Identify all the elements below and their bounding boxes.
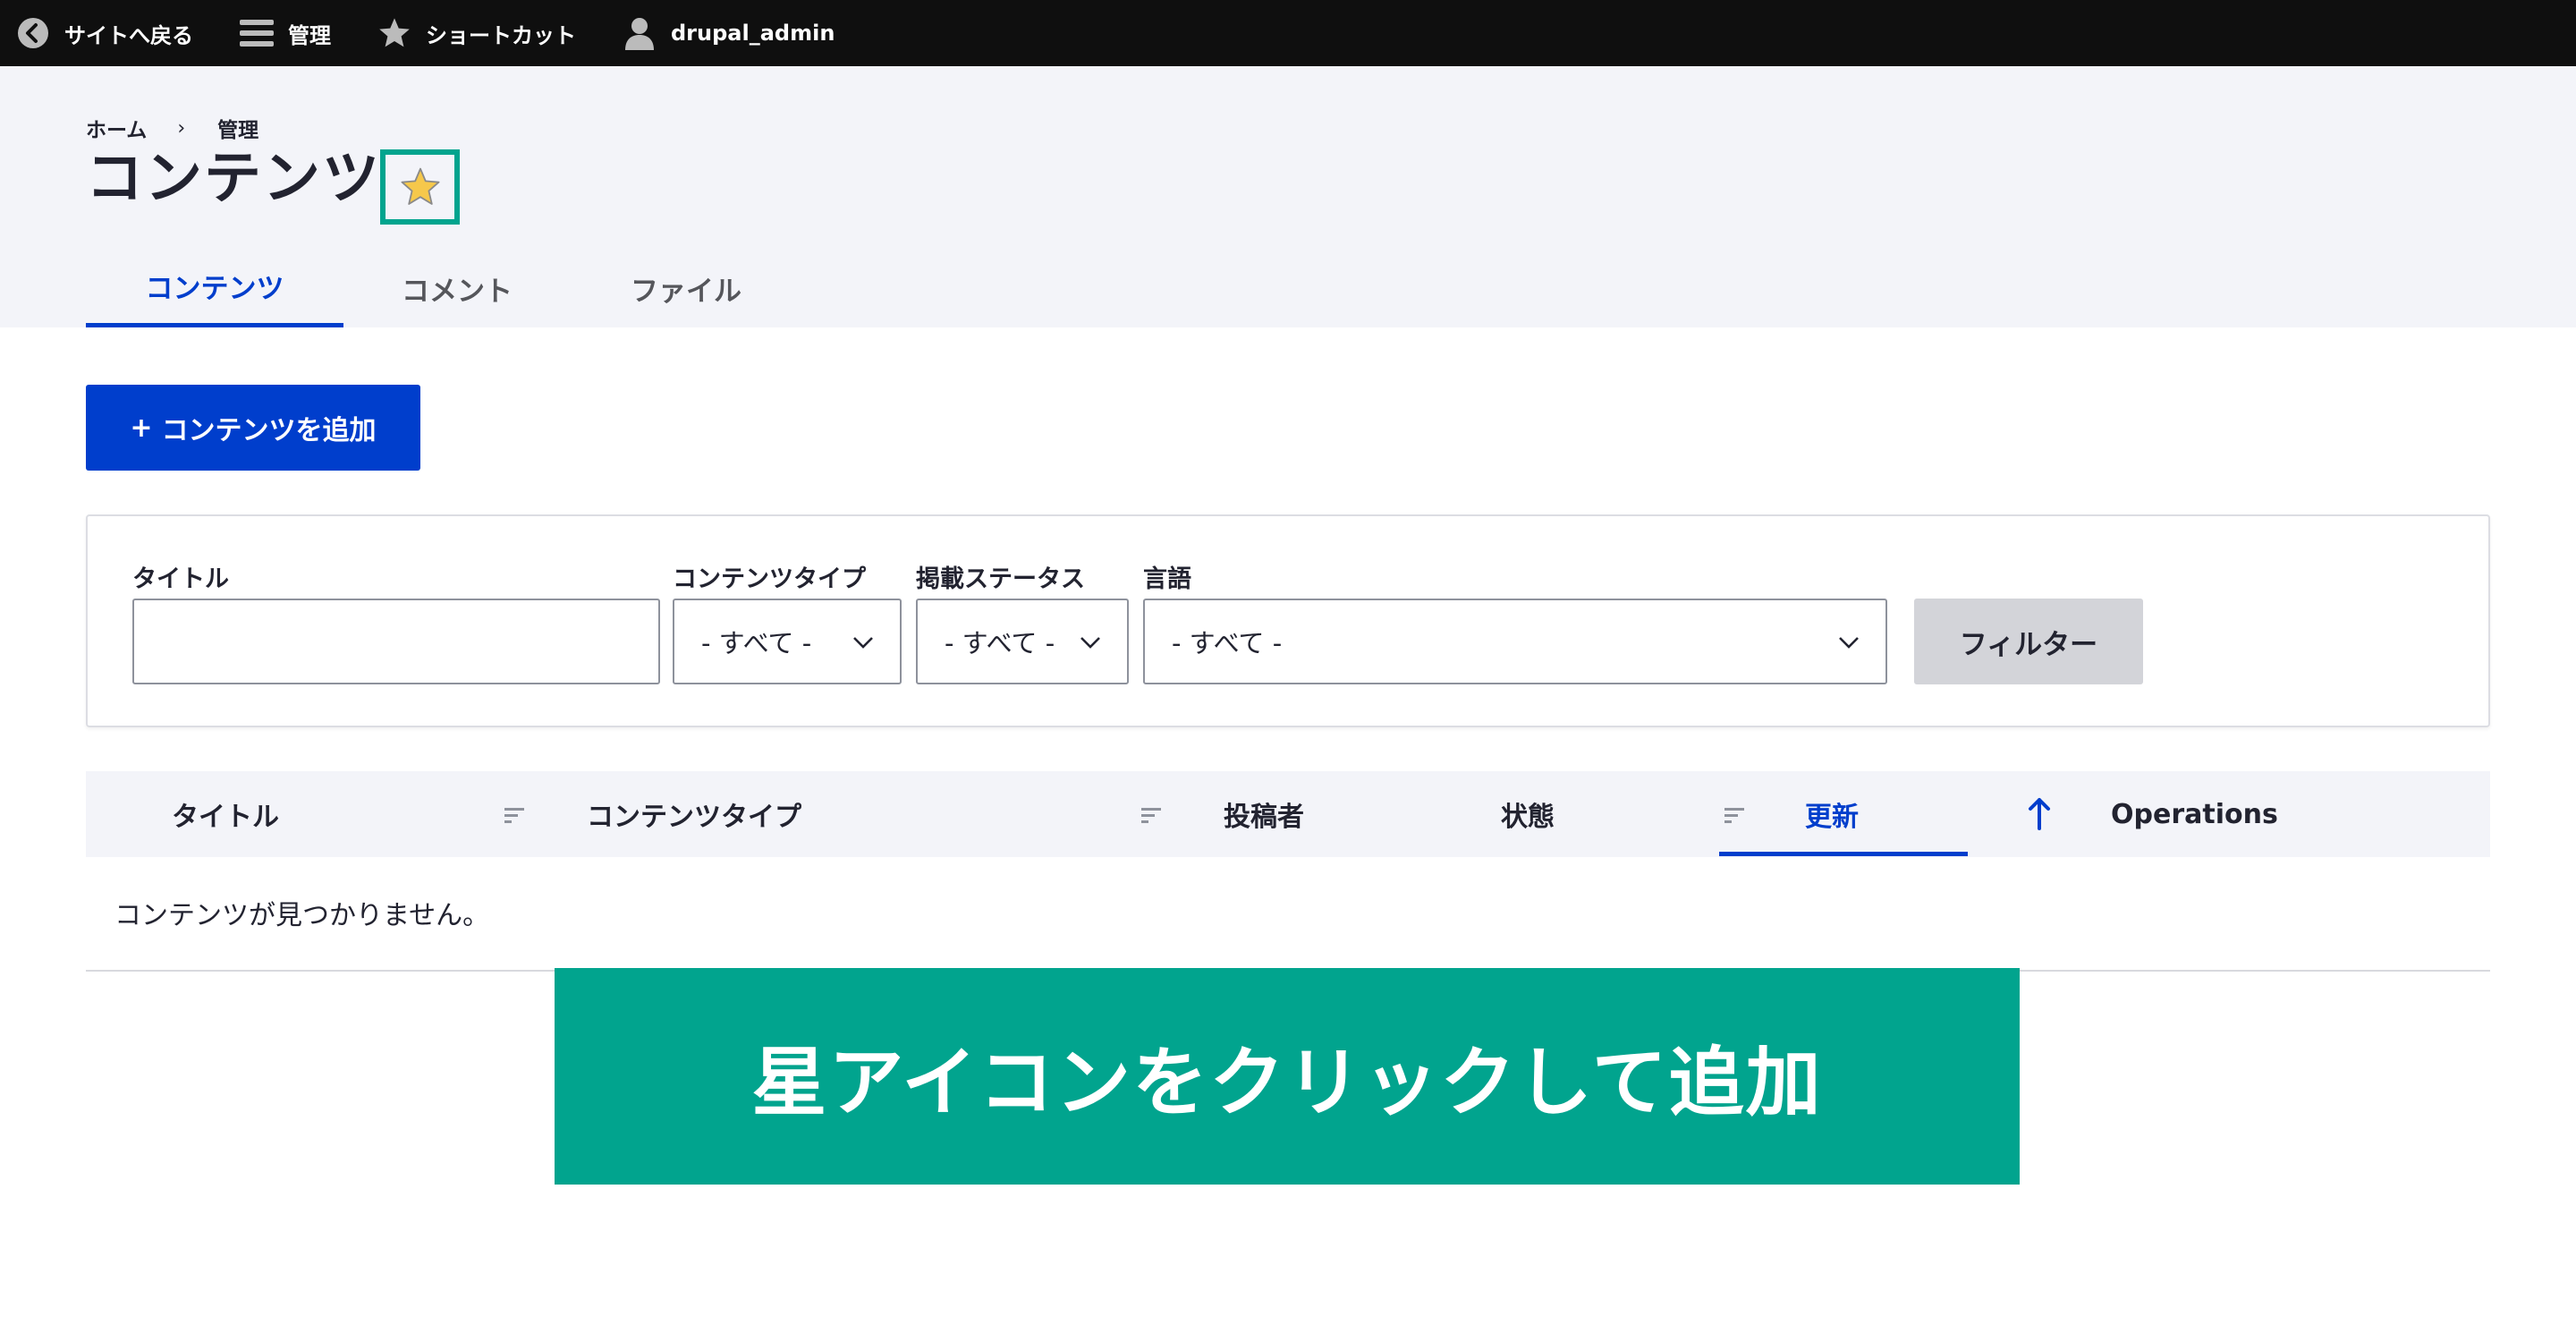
primary-tabs: コンテンツ コメント ファイル [86,249,801,327]
user-menu-button[interactable]: drupal_admin [623,16,835,50]
user-icon [623,16,657,50]
manage-menu-button[interactable]: 管理 [240,16,331,50]
tab-files[interactable]: ファイル [571,249,801,327]
plus-icon: + [130,412,153,444]
breadcrumb-home-link[interactable]: ホーム [86,113,147,143]
content-type-select-value: - すべて - [701,628,812,658]
username-label: drupal_admin [671,21,835,46]
admin-toolbar: サイトへ戻る 管理 ショートカット drupal_admin [0,0,2576,66]
column-header-updated[interactable]: 更新 [1805,771,1859,857]
column-header-content-type[interactable]: コンテンツタイプ [587,771,801,857]
title-filter-label: タイトル [132,565,229,593]
status-select-value: - すべて - [945,628,1055,658]
filter-submit-button[interactable]: フィルター [1914,599,2143,684]
breadcrumb-separator: › [177,116,186,140]
content-type-select[interactable]: - すべて - [673,599,902,684]
sort-icon [504,808,524,823]
language-select-value: - すべて - [1172,628,1283,658]
filter-panel: タイトル コンテンツタイプ - すべて - 掲載ステータス - すべて - 言語… [86,514,2490,727]
status-filter-label: 掲載ステータス [916,565,1085,593]
content-type-filter-label: コンテンツタイプ [673,565,866,593]
tab-comments[interactable]: コメント [343,249,571,327]
sort-icon [1141,808,1161,823]
chevron-down-icon [853,637,873,649]
page-title: コンテンツ [86,146,381,212]
favorite-star-icon [401,167,439,205]
tab-content[interactable]: コンテンツ [86,249,343,327]
back-arrow-icon [16,16,50,50]
column-header-operations: Operations [2111,798,2278,830]
active-sort-underline [1719,852,1968,856]
sort-ascending-arrow-icon [2029,798,2050,830]
shortcuts-label: ショートカット [426,22,576,48]
breadcrumb-manage-link[interactable]: 管理 [217,113,258,143]
instruction-callout: 星アイコンをクリックして追加 [555,968,2020,1185]
breadcrumb: ホーム › 管理 [86,113,258,143]
add-content-label: コンテンツを追加 [161,415,377,446]
empty-table-message: コンテンツが見つかりません。 [114,900,490,931]
back-to-site-link[interactable]: サイトへ戻る [16,16,193,50]
back-to-site-label: サイトへ戻る [64,22,193,48]
hamburger-icon [240,16,274,50]
table-header: タイトル コンテンツタイプ 投稿者 状態 更新 Operations [86,771,2490,857]
language-filter-label: 言語 [1143,565,1191,593]
sort-icon [1724,808,1744,823]
page-header: ホーム › 管理 コンテンツ コンテンツ コメント ファイル [0,66,2576,327]
chevron-down-icon [1839,637,1859,649]
manage-label: 管理 [288,22,331,48]
add-content-button[interactable]: + コンテンツを追加 [86,385,420,471]
column-header-author: 投稿者 [1224,802,1304,833]
shortcuts-menu-button[interactable]: ショートカット [377,16,576,50]
status-select[interactable]: - すべて - [916,599,1129,684]
title-filter-input[interactable] [132,599,660,684]
star-icon [377,16,411,50]
column-header-title[interactable]: タイトル [172,771,279,857]
column-header-status[interactable]: 状態 [1501,771,1555,857]
chevron-down-icon [1080,637,1100,649]
add-to-shortcuts-star-button[interactable] [380,149,460,225]
language-select[interactable]: - すべて - [1143,599,1887,684]
